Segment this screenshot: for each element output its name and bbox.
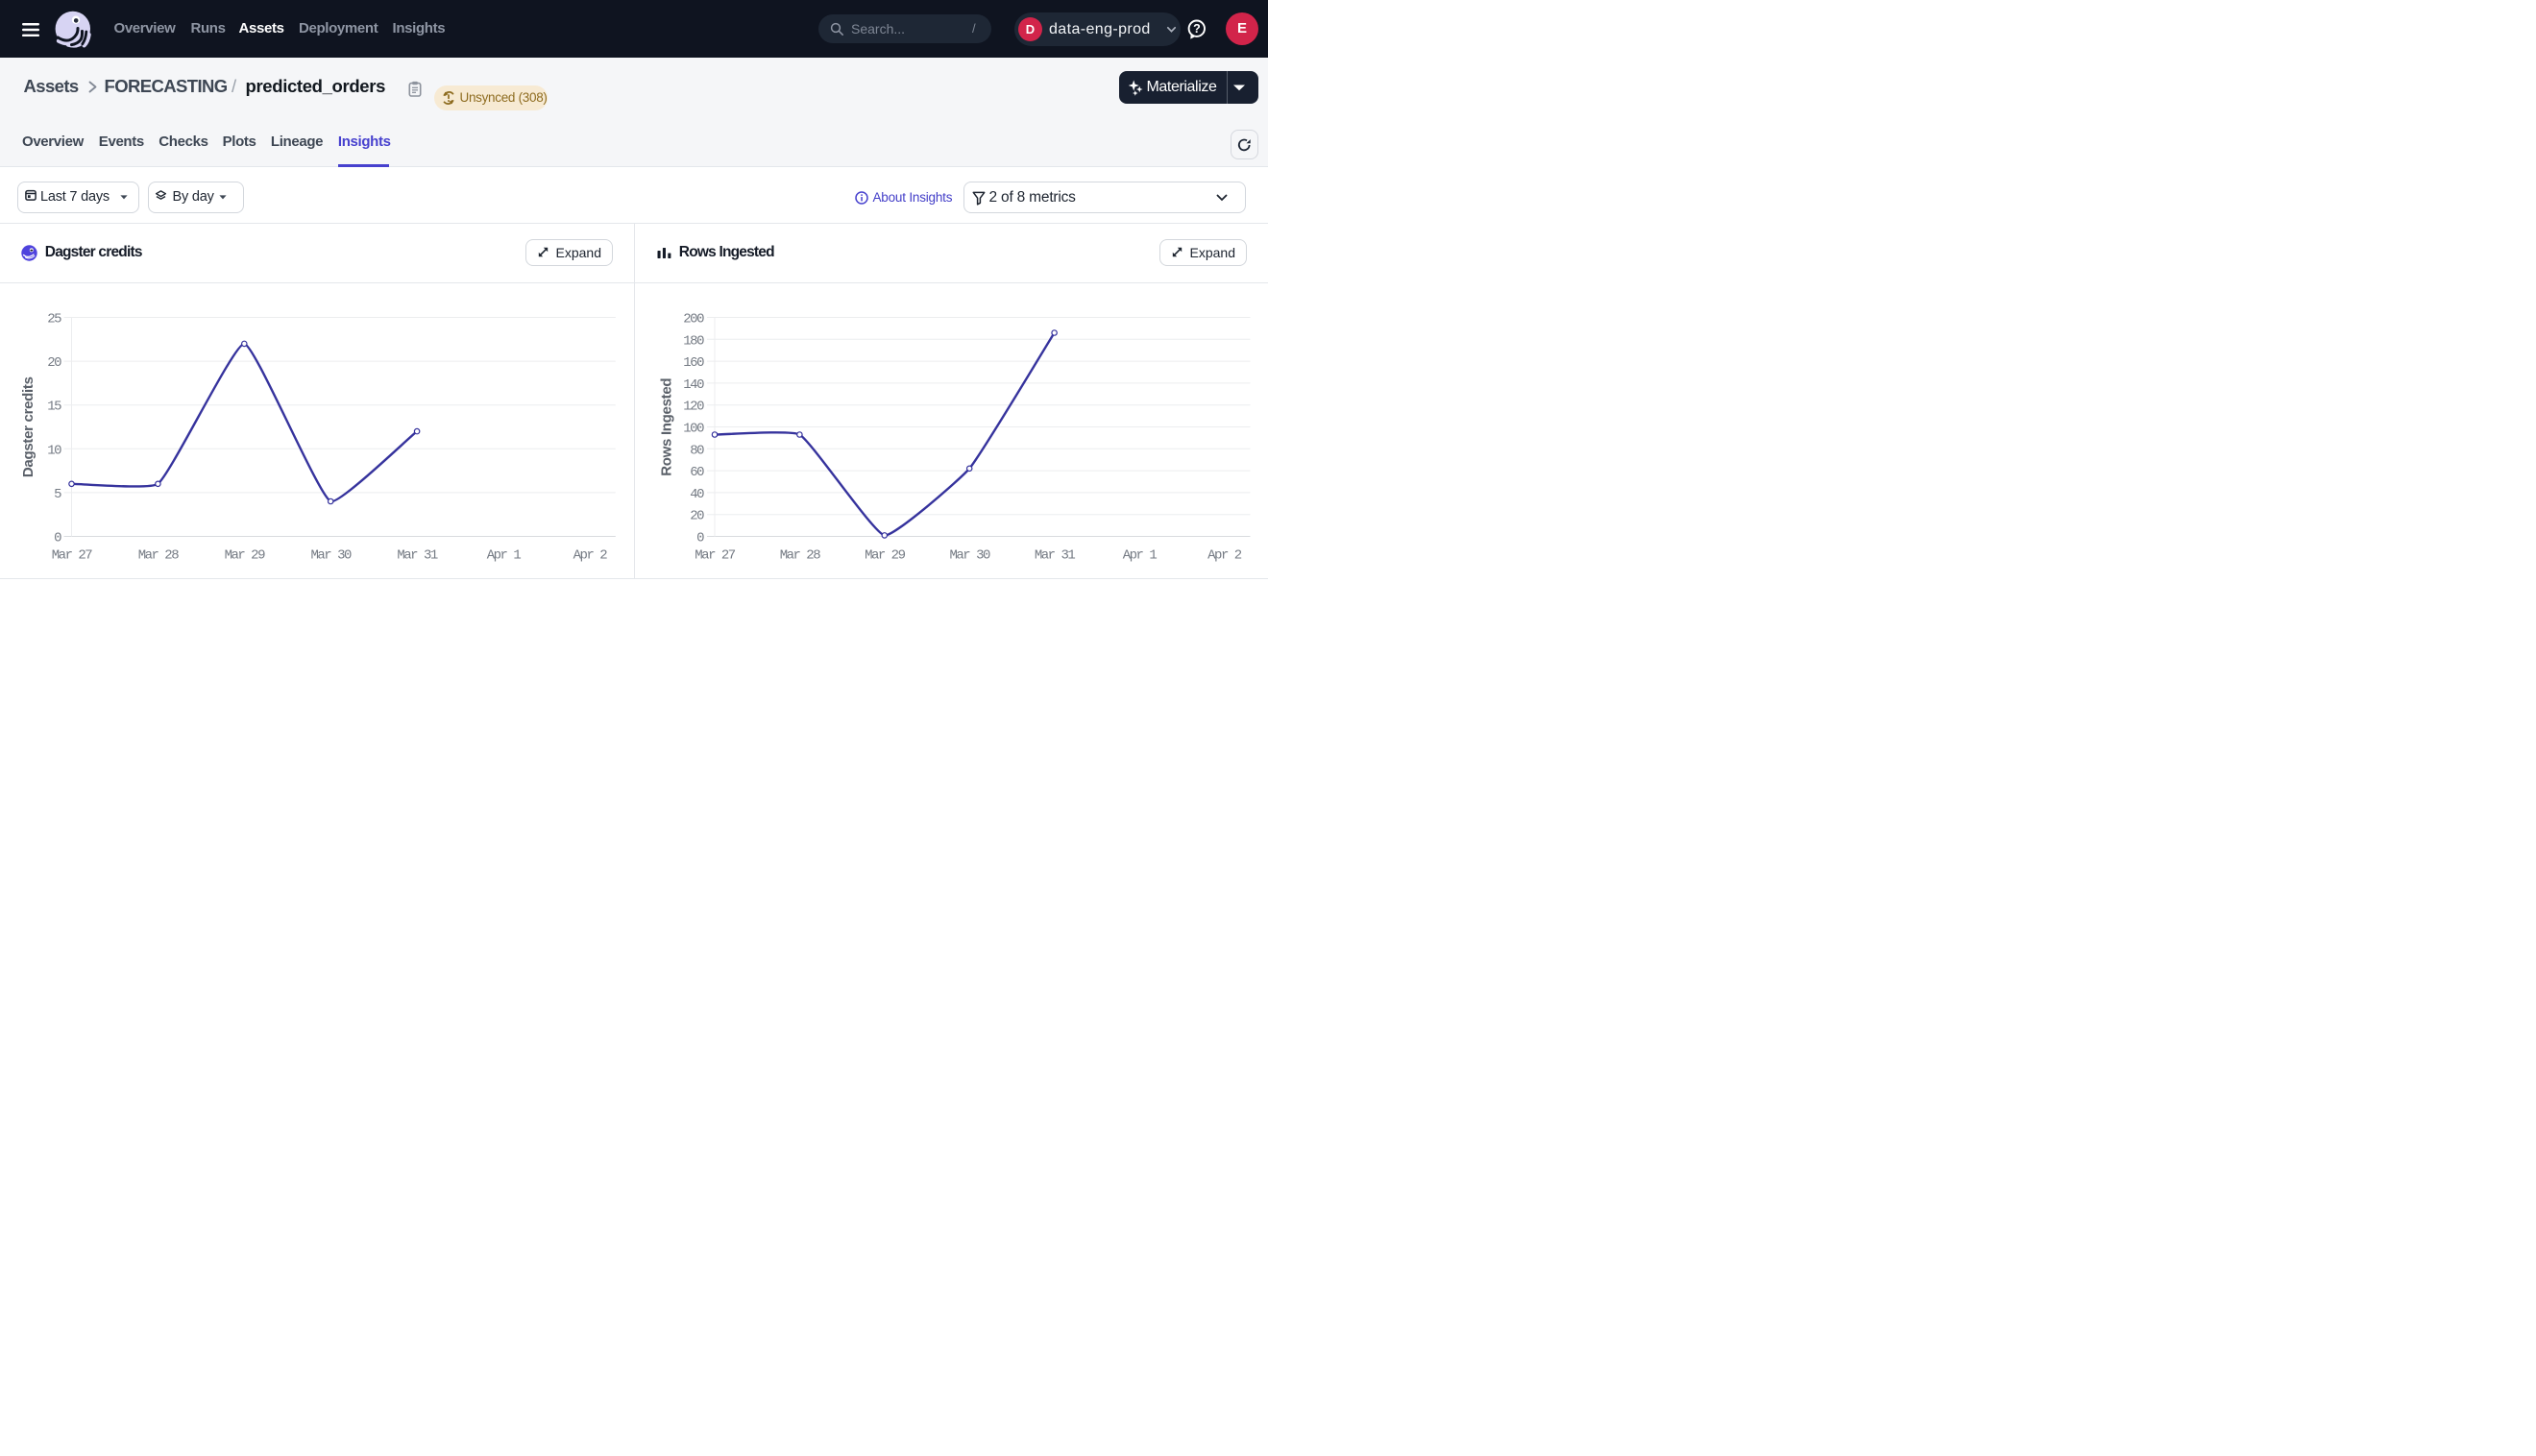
svg-text:Apr 1: Apr 1 — [1123, 548, 1158, 564]
svg-text:0: 0 — [54, 531, 61, 546]
svg-text:Mar 31: Mar 31 — [397, 548, 438, 564]
svg-text:200: 200 — [683, 312, 704, 328]
svg-text:Mar 28: Mar 28 — [138, 548, 180, 564]
svg-text:Mar 28: Mar 28 — [780, 548, 821, 564]
svg-text:Rows Ingested: Rows Ingested — [658, 378, 674, 476]
svg-text:20: 20 — [690, 509, 704, 524]
svg-text:Mar 30: Mar 30 — [949, 548, 990, 564]
svg-text:Mar 27: Mar 27 — [695, 548, 736, 564]
svg-text:10: 10 — [47, 443, 61, 458]
svg-text:Mar 29: Mar 29 — [865, 548, 906, 564]
svg-text:80: 80 — [690, 443, 704, 458]
svg-text:0: 0 — [696, 531, 704, 546]
svg-text:5: 5 — [54, 487, 61, 502]
svg-text:140: 140 — [683, 377, 704, 393]
svg-text:Mar 29: Mar 29 — [225, 548, 266, 564]
svg-text:Apr 2: Apr 2 — [573, 548, 608, 564]
svg-text:120: 120 — [683, 400, 704, 415]
svg-text:100: 100 — [683, 422, 704, 437]
svg-text:Apr 2: Apr 2 — [1207, 548, 1242, 564]
svg-text:15: 15 — [47, 400, 61, 415]
svg-text:Mar 30: Mar 30 — [310, 548, 352, 564]
svg-text:Apr 1: Apr 1 — [487, 548, 522, 564]
svg-text:40: 40 — [690, 487, 704, 502]
svg-text:25: 25 — [47, 312, 61, 328]
svg-text:Mar 31: Mar 31 — [1035, 548, 1076, 564]
svg-text:Mar 27: Mar 27 — [52, 548, 93, 564]
svg-text:60: 60 — [690, 465, 704, 480]
svg-text:160: 160 — [683, 355, 704, 371]
svg-text:20: 20 — [47, 355, 61, 371]
svg-text:180: 180 — [683, 333, 704, 349]
svg-text:Dagster credits: Dagster credits — [20, 376, 37, 477]
